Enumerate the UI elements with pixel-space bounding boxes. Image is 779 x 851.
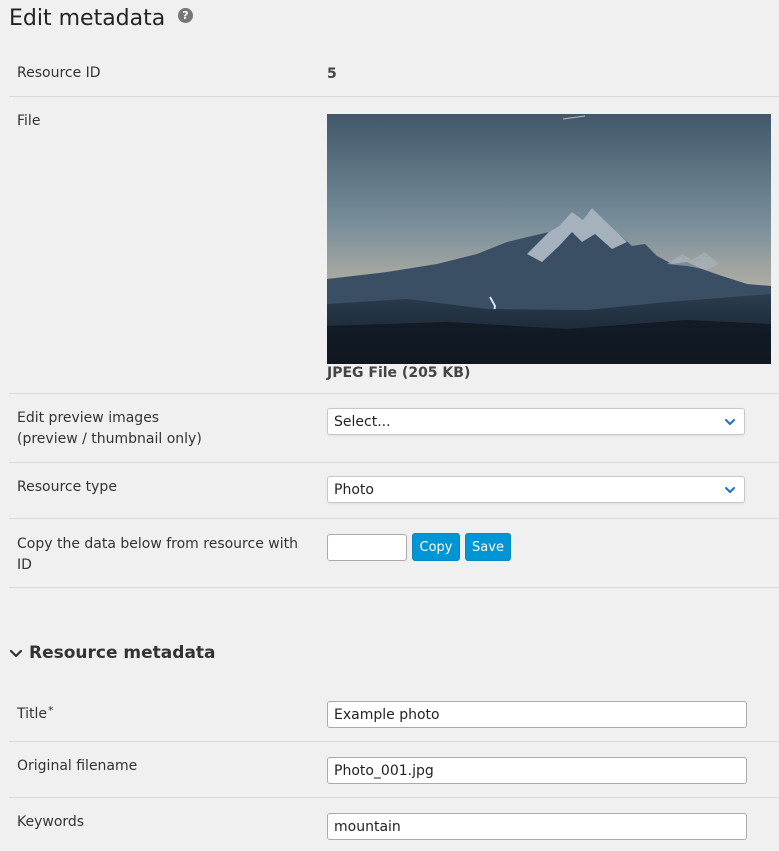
question-circle-icon[interactable]: ? — [178, 8, 193, 23]
page-title: Edit metadata — [9, 6, 166, 31]
edit-preview-select[interactable]: Select... — [327, 408, 745, 435]
file-info-text: JPEG File (205 KB) — [327, 365, 471, 381]
original-filename-label: Original filename — [17, 758, 138, 774]
copy-data-label: Copy the data below from resource with — [17, 536, 298, 552]
edit-metadata-page: Edit metadata ? Resource ID 5 File JPEG … — [0, 0, 779, 851]
required-marker: * — [48, 704, 54, 717]
title-input[interactable]: Example photo — [327, 701, 747, 728]
save-button[interactable]: Save — [465, 533, 511, 561]
copy-button[interactable]: Copy — [412, 533, 460, 561]
title-label: Title* — [17, 704, 54, 725]
original-filename-input[interactable]: Photo_001.jpg — [327, 757, 747, 784]
edit-preview-select-value: Select... — [334, 414, 391, 430]
original-filename-input-value: Photo_001.jpg — [334, 763, 434, 779]
resource-id-label: Resource ID — [17, 65, 101, 81]
resource-metadata-toggle[interactable]: Resource metadata — [9, 643, 216, 663]
resource-preview-image[interactable] — [327, 114, 771, 364]
resource-type-select-value: Photo — [334, 482, 374, 498]
chevron-down-icon — [725, 487, 735, 493]
chevron-down-icon — [9, 649, 23, 658]
keywords-input[interactable]: mountain — [327, 813, 747, 840]
section-title: Resource metadata — [29, 643, 216, 663]
chevron-down-icon — [725, 419, 735, 425]
keywords-label: Keywords — [17, 814, 85, 830]
edit-preview-sublabel: (preview / thumbnail only) — [17, 431, 202, 447]
copy-from-id-input[interactable] — [327, 534, 407, 561]
keywords-input-value: mountain — [334, 819, 401, 835]
copy-data-label-id: ID — [17, 557, 32, 573]
resource-id-value: 5 — [327, 66, 337, 82]
title-input-value: Example photo — [334, 707, 440, 723]
resource-type-label: Resource type — [17, 479, 117, 495]
resource-id-row: Resource ID 5 — [9, 50, 779, 97]
edit-preview-label: Edit preview images — [17, 410, 160, 426]
title-label-text: Title — [17, 706, 48, 722]
file-label: File — [17, 113, 41, 129]
resource-type-select[interactable]: Photo — [327, 476, 745, 503]
